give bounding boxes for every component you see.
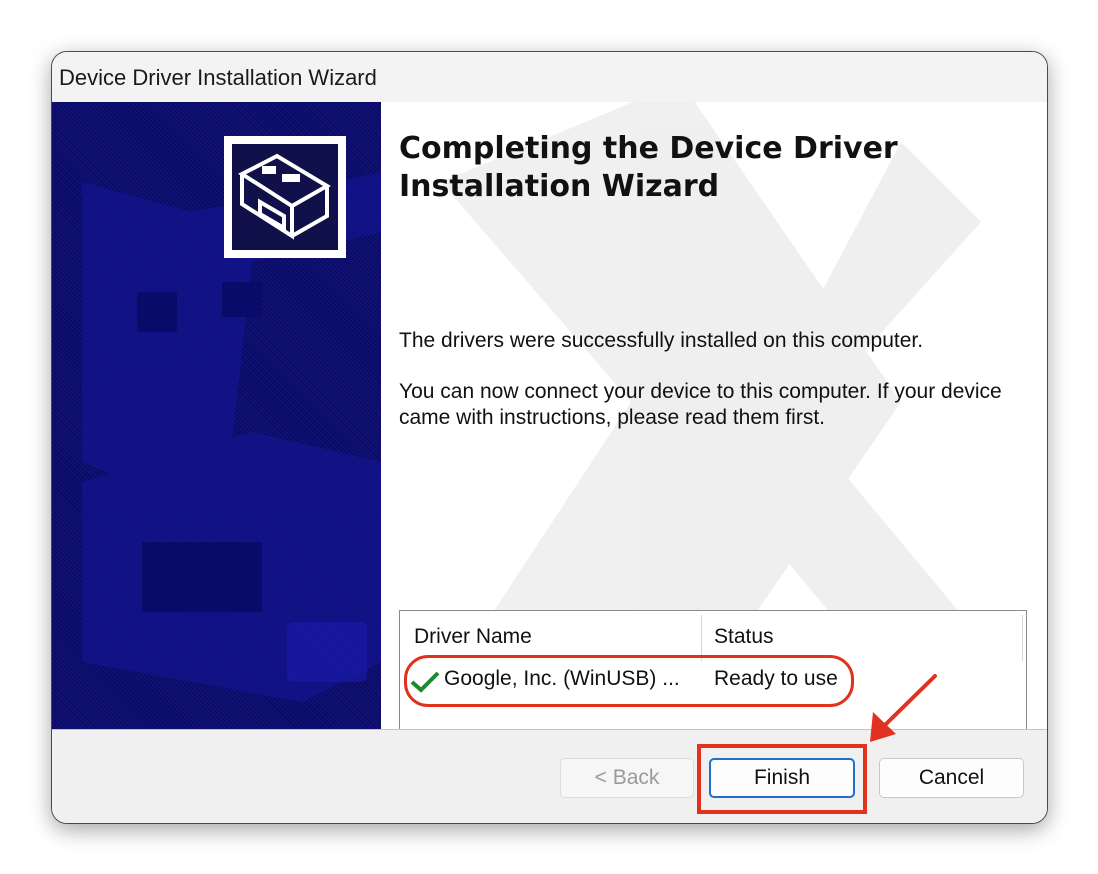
instructions-message: You can now connect your device to this … <box>399 380 1002 429</box>
column-header-status[interactable]: Status <box>714 625 774 649</box>
list-header: Driver Name Status <box>400 611 1026 661</box>
title-bar[interactable]: Device Driver Installation Wizard <box>52 52 1047 102</box>
finish-highlight-annotation <box>697 744 867 814</box>
back-button[interactable]: < Back <box>560 758 694 798</box>
wizard-content: Completing the Device Driver Installatio… <box>381 102 1047 729</box>
page-heading: Completing the Device Driver Installatio… <box>399 131 898 204</box>
success-message: The drivers were successfully installed … <box>399 329 924 352</box>
window-title: Device Driver Installation Wizard <box>59 65 377 90</box>
row-highlight-annotation <box>404 655 854 707</box>
table-row[interactable]: Google, Inc. (WinUSB) ... Ready to use <box>400 655 1026 707</box>
column-header-driver-name[interactable]: Driver Name <box>414 625 532 649</box>
divider <box>52 729 1047 730</box>
device-icon <box>224 136 346 258</box>
wizard-sidebar-banner <box>52 102 381 729</box>
wizard-window: Device Driver Installation Wizard Comple… <box>51 51 1048 824</box>
driver-list[interactable]: Driver Name Status Google, Inc. (WinUSB)… <box>399 610 1027 729</box>
cancel-button[interactable]: Cancel <box>879 758 1024 798</box>
